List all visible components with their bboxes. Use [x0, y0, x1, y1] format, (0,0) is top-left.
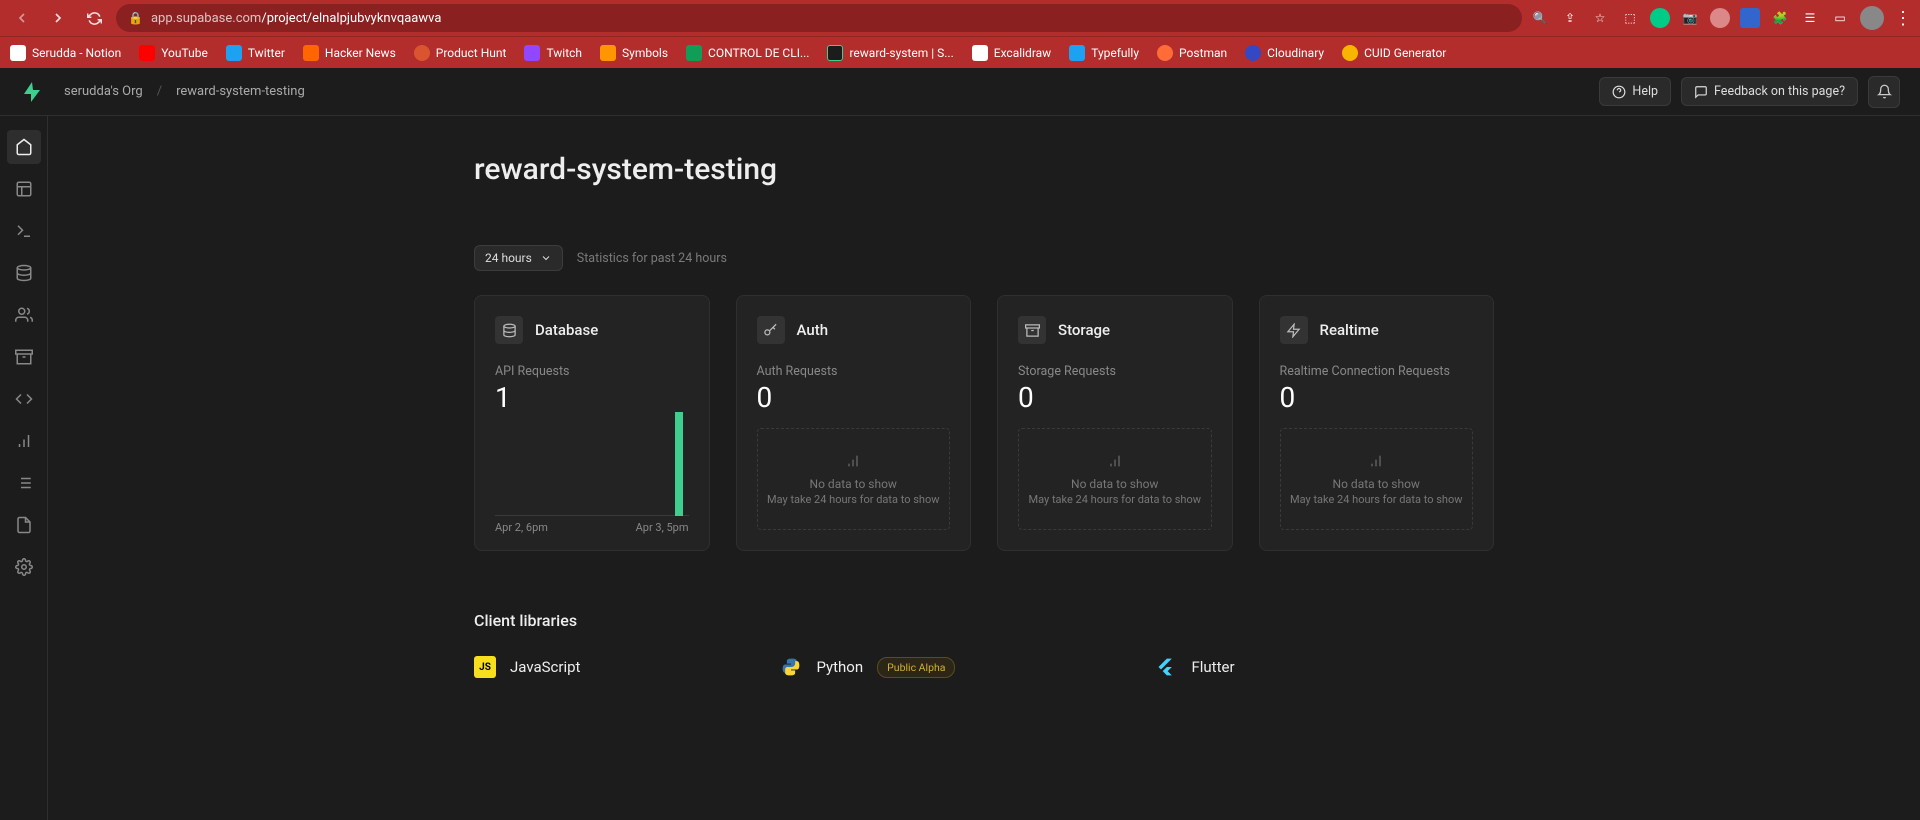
- help-button[interactable]: Help: [1599, 77, 1671, 106]
- notifications-button[interactable]: [1868, 76, 1900, 108]
- stats-label: Statistics for past 24 hours: [577, 251, 727, 266]
- sidebar-auth[interactable]: [7, 298, 41, 332]
- feedback-button[interactable]: Feedback on this page?: [1681, 77, 1858, 106]
- card-storage[interactable]: Storage Storage Requests 0 No data to sh…: [997, 295, 1233, 551]
- bookmark-item[interactable]: Hacker News: [303, 45, 396, 61]
- empty-state: No data to show May take 24 hours for da…: [757, 428, 951, 530]
- bookmark-item[interactable]: YouTube: [139, 45, 208, 61]
- card-database[interactable]: Database API Requests 1 Apr 2, 6pm Apr 3…: [474, 295, 710, 551]
- realtime-icon: [1280, 316, 1308, 344]
- js-icon: JS: [474, 656, 496, 678]
- url-host: app.supabase.com: [151, 11, 261, 26]
- metric-value: 0: [1018, 381, 1212, 414]
- bookmark-item[interactable]: Excalidraw: [972, 45, 1051, 61]
- bookmark-item[interactable]: Typefully: [1069, 45, 1139, 61]
- bar-chart-icon: [845, 453, 861, 469]
- sidebar-api-docs[interactable]: [7, 508, 41, 542]
- metric-label: API Requests: [495, 364, 689, 379]
- lock-icon: 🔒: [128, 11, 143, 25]
- browser-toolbar: 🔒 app.supabase.com/project/elnalpjubvykn…: [0, 0, 1920, 36]
- bookmark-item[interactable]: Serudda - Notion: [10, 45, 121, 61]
- bookmark-item[interactable]: reward-system | S...: [827, 45, 953, 61]
- card-title: Realtime: [1320, 321, 1379, 339]
- sidebar-storage[interactable]: [7, 340, 41, 374]
- sidebar-edge-functions[interactable]: [7, 382, 41, 416]
- bookmark-item[interactable]: CONTROL DE CLI...: [686, 45, 809, 61]
- page-title: reward-system-testing: [474, 152, 1494, 187]
- sidebar-home[interactable]: [7, 130, 41, 164]
- metric-label: Auth Requests: [757, 364, 951, 379]
- bar-chart-icon: [1107, 453, 1123, 469]
- metric-value: 1: [495, 381, 689, 414]
- sidebar-settings[interactable]: [7, 550, 41, 584]
- metric-label: Realtime Connection Requests: [1280, 364, 1474, 379]
- ext-icon-4[interactable]: [1710, 8, 1730, 28]
- bookmark-item[interactable]: Twitter: [226, 45, 285, 61]
- metric-value: 0: [757, 381, 951, 414]
- metric-value: 0: [1280, 381, 1474, 414]
- lib-python[interactable]: Python Public Alpha: [780, 656, 955, 678]
- bookmark-item[interactable]: Twitch: [524, 45, 582, 61]
- card-title: Auth: [797, 321, 829, 339]
- sidebar: [0, 116, 48, 820]
- database-icon: [495, 316, 523, 344]
- ext-icon-5[interactable]: [1740, 8, 1760, 28]
- breadcrumb-org[interactable]: serudda's Org: [64, 84, 143, 99]
- python-icon: [780, 656, 802, 678]
- bookmark-item[interactable]: Postman: [1157, 45, 1227, 61]
- breadcrumb-sep: /: [157, 84, 162, 99]
- flutter-icon: [1155, 656, 1177, 678]
- database-chart: Apr 2, 6pm Apr 3, 5pm: [495, 428, 689, 530]
- supabase-logo[interactable]: [20, 80, 44, 104]
- main-content: reward-system-testing 24 hours Statistic…: [48, 116, 1920, 820]
- lib-flutter[interactable]: Flutter: [1155, 656, 1234, 678]
- star-icon[interactable]: ☆: [1590, 8, 1610, 28]
- bookmarks-bar: Serudda - Notion YouTube Twitter Hacker …: [0, 36, 1920, 68]
- search-icon[interactable]: 🔍: [1530, 8, 1550, 28]
- sidebar-logs[interactable]: [7, 466, 41, 500]
- bar-chart-icon: [1368, 453, 1384, 469]
- card-title: Database: [535, 321, 598, 339]
- reading-list-icon[interactable]: ☰: [1800, 8, 1820, 28]
- chrome-actions: 🔍 ⇪ ☆ ⬚ 📷 🧩 ☰ ▭ ⋮: [1530, 6, 1912, 30]
- bookmark-item[interactable]: Cloudinary: [1245, 45, 1324, 61]
- lib-javascript[interactable]: JS JavaScript: [474, 656, 580, 678]
- bookmark-item[interactable]: CUID Generator: [1342, 45, 1446, 61]
- ext-icon-1[interactable]: ⬚: [1620, 8, 1640, 28]
- empty-state: No data to show May take 24 hours for da…: [1280, 428, 1474, 530]
- auth-icon: [757, 316, 785, 344]
- panel-icon[interactable]: ▭: [1830, 8, 1850, 28]
- empty-state: No data to show May take 24 hours for da…: [1018, 428, 1212, 530]
- chrome-menu-icon[interactable]: ⋮: [1894, 8, 1912, 29]
- forward-button[interactable]: [44, 4, 72, 32]
- sidebar-sql-editor[interactable]: [7, 214, 41, 248]
- extensions-icon[interactable]: 🧩: [1770, 8, 1790, 28]
- client-libs-heading: Client libraries: [474, 611, 1494, 630]
- back-button[interactable]: [8, 4, 36, 32]
- app-topbar: serudda's Org / reward-system-testing He…: [0, 68, 1920, 116]
- metric-label: Storage Requests: [1018, 364, 1212, 379]
- address-bar[interactable]: 🔒 app.supabase.com/project/elnalpjubvykn…: [116, 4, 1522, 32]
- breadcrumb-project[interactable]: reward-system-testing: [176, 84, 305, 99]
- storage-icon: [1018, 316, 1046, 344]
- alpha-badge: Public Alpha: [877, 657, 955, 678]
- breadcrumb: serudda's Org / reward-system-testing: [64, 84, 305, 99]
- sidebar-database[interactable]: [7, 256, 41, 290]
- url-path: /project/elnalpjubvyknvqaawva: [261, 11, 441, 26]
- bookmark-item[interactable]: Symbols: [600, 45, 668, 61]
- time-range-dropdown[interactable]: 24 hours: [474, 245, 563, 271]
- card-auth[interactable]: Auth Auth Requests 0 No data to show May…: [736, 295, 972, 551]
- chevron-down-icon: [540, 252, 552, 264]
- share-icon[interactable]: ⇪: [1560, 8, 1580, 28]
- ext-icon-3[interactable]: 📷: [1680, 8, 1700, 28]
- ext-icon-2[interactable]: [1650, 8, 1670, 28]
- sidebar-table-editor[interactable]: [7, 172, 41, 206]
- profile-avatar[interactable]: [1860, 6, 1884, 30]
- reload-button[interactable]: [80, 4, 108, 32]
- bookmark-item[interactable]: Product Hunt: [414, 45, 507, 61]
- card-realtime[interactable]: Realtime Realtime Connection Requests 0 …: [1259, 295, 1495, 551]
- card-title: Storage: [1058, 321, 1110, 339]
- sidebar-reports[interactable]: [7, 424, 41, 458]
